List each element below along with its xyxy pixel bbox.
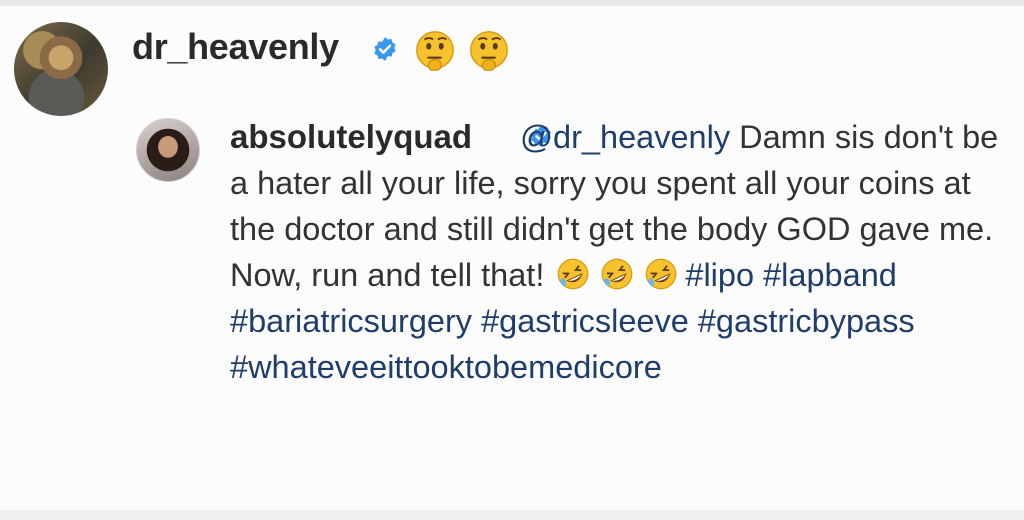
hashtag-bariatricsurgery[interactable]: #bariatricsurgery	[230, 303, 472, 339]
avatar-absolutelyquad[interactable]	[136, 118, 200, 182]
top-divider	[0, 0, 1024, 6]
rolling-on-floor-laughing-emoji-icon	[558, 258, 589, 290]
hashtag-lipo[interactable]: #lipo	[685, 257, 754, 293]
hashtag-whateveeittooktobemedicore[interactable]: #whateveeittooktobemedicore	[230, 349, 662, 385]
hashtag-lapband[interactable]: #lapband	[763, 257, 897, 293]
hashtag-gastricbypass[interactable]: #gastricbypass	[698, 303, 915, 339]
thinking-face-emoji-icon	[416, 31, 454, 71]
comment-thread: dr_heavenly absolutelyquad @dr_heavenly D…	[0, 0, 1024, 520]
verified-badge-icon	[374, 37, 396, 61]
rolling-on-floor-laughing-emoji-icon	[646, 258, 677, 290]
hashtag-gastricsleeve[interactable]: #gastricsleeve	[481, 303, 689, 339]
mention-dr-heavenly[interactable]: @dr_heavenly	[520, 119, 730, 155]
rolling-on-floor-laughing-emoji-icon	[602, 258, 633, 290]
username-absolutelyquad[interactable]: absolutelyquad	[230, 118, 472, 155]
bottom-divider	[0, 510, 1024, 520]
avatar-dr-heavenly[interactable]	[14, 22, 108, 116]
username-dr-heavenly[interactable]: dr_heavenly	[132, 26, 339, 68]
reply-comment-body: absolutelyquad @dr_heavenly Damn sis don'…	[230, 114, 1010, 390]
thinking-face-emoji-icon	[470, 31, 508, 71]
